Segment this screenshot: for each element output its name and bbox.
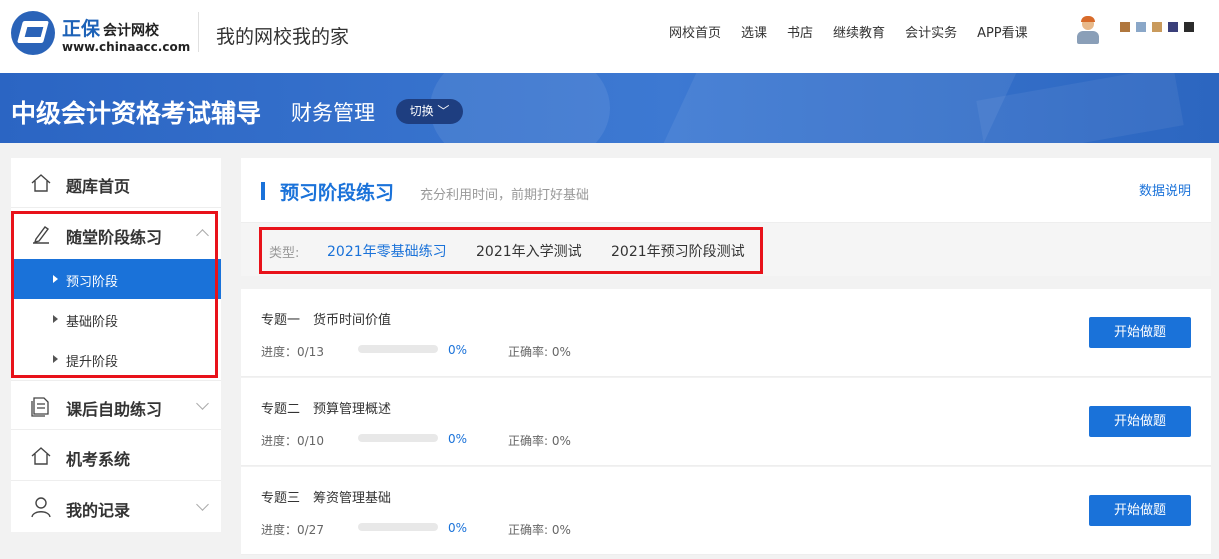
chevron-down-icon: [196, 397, 209, 410]
progress-percent: 0%: [448, 521, 468, 535]
highlight-box-types: [259, 227, 763, 274]
start-practice-button[interactable]: 开始做题: [1089, 317, 1191, 348]
logo-icon[interactable]: [11, 11, 55, 55]
progress-bar: [358, 434, 438, 442]
sidebar-item-my-records[interactable]: 我的记录: [11, 482, 221, 532]
topic-progress: 进度：0/10: [261, 434, 324, 448]
page-description: 充分利用时间，前期打好基础: [420, 188, 590, 203]
progress-bar: [358, 523, 438, 531]
sidebar-item-label: 课后自助练习: [66, 400, 163, 419]
chevron-down-icon: [196, 498, 209, 511]
switch-subject-button[interactable]: 切换 ﹀: [396, 99, 463, 124]
brand-name[interactable]: 正保 会计网校: [62, 14, 159, 41]
accuracy: 正确率: 0%: [508, 434, 571, 448]
nav-app[interactable]: APP看课: [977, 22, 1028, 41]
home-icon: [31, 447, 51, 465]
sidebar-item-label: 题库首页: [66, 177, 131, 196]
topic-title: 专题一 货币时间价值: [261, 313, 392, 328]
avatar-hair: [1081, 16, 1095, 22]
avatar[interactable]: [1073, 16, 1103, 46]
title-accent-bar: [261, 182, 265, 200]
swatch-2: [1136, 22, 1146, 32]
top-header: 正保 会计网校 www.chinaacc.com 我的网校我的家 网校首页 选课 …: [0, 0, 1219, 73]
nav-courses[interactable]: 选课: [741, 22, 767, 41]
document-icon: [31, 397, 49, 417]
accuracy: 正确率: 0%: [508, 345, 571, 359]
banner-subject: 财务管理: [291, 101, 375, 125]
swatch-4: [1168, 22, 1178, 32]
topic-progress: 进度：0/13: [261, 345, 324, 359]
swatch-3: [1152, 22, 1162, 32]
page-title: 预习阶段练习: [280, 182, 395, 204]
highlight-box-sidebar: [11, 211, 218, 378]
user-icon: [31, 497, 51, 518]
brand-sub-text: 会计网校: [103, 23, 160, 39]
slogan: 我的网校我的家: [216, 26, 350, 48]
avatar-body: [1077, 31, 1099, 44]
sidebar-item-exam-system[interactable]: 机考系统: [11, 431, 221, 481]
swatch-5: [1184, 22, 1194, 32]
topic-card: 专题一 货币时间价值 进度：0/13 0% 正确率: 0% 开始做题: [241, 289, 1211, 377]
top-nav: 网校首页 选课 书店 继续教育 会计实务 APP看课: [669, 22, 1028, 41]
topic-card: 专题三 筹资管理基础 进度：0/27 0% 正确率: 0% 开始做题: [241, 467, 1211, 555]
progress-percent: 0%: [448, 432, 468, 446]
topic-card: 专题二 预算管理概述 进度：0/10 0% 正确率: 0% 开始做题: [241, 378, 1211, 466]
topic-title: 专题三 筹资管理基础: [261, 491, 392, 506]
start-practice-button[interactable]: 开始做题: [1089, 495, 1191, 526]
banner-title: 中级会计资格考试辅导: [11, 99, 262, 128]
progress-bar: [358, 345, 438, 353]
data-explanation-link[interactable]: 数据说明: [1139, 180, 1191, 199]
banner-decoration: [659, 73, 1021, 143]
topic-progress: 进度：0/27: [261, 523, 324, 537]
nav-bookstore[interactable]: 书店: [787, 22, 813, 41]
brand-url: www.chinaacc.com: [62, 40, 191, 54]
start-practice-button[interactable]: 开始做题: [1089, 406, 1191, 437]
header-divider: [198, 12, 199, 52]
nav-home[interactable]: 网校首页: [669, 22, 721, 41]
topic-title: 专题二 预算管理概述: [261, 402, 392, 417]
home-icon: [31, 174, 51, 192]
nav-continuing-education[interactable]: 继续教育: [833, 22, 885, 41]
sidebar-item-label: 机考系统: [66, 450, 131, 469]
brand-name-text: 正保: [62, 18, 101, 40]
sidebar-item-question-bank-home[interactable]: 题库首页: [11, 158, 221, 208]
color-swatches: [1120, 22, 1194, 32]
progress-percent: 0%: [448, 343, 468, 357]
swatch-1: [1120, 22, 1130, 32]
sidebar-item-label: 我的记录: [66, 501, 131, 520]
nav-accounting-practice[interactable]: 会计实务: [905, 22, 957, 41]
accuracy: 正确率: 0%: [508, 523, 571, 537]
sidebar-item-self-practice[interactable]: 课后自助练习: [11, 380, 221, 430]
